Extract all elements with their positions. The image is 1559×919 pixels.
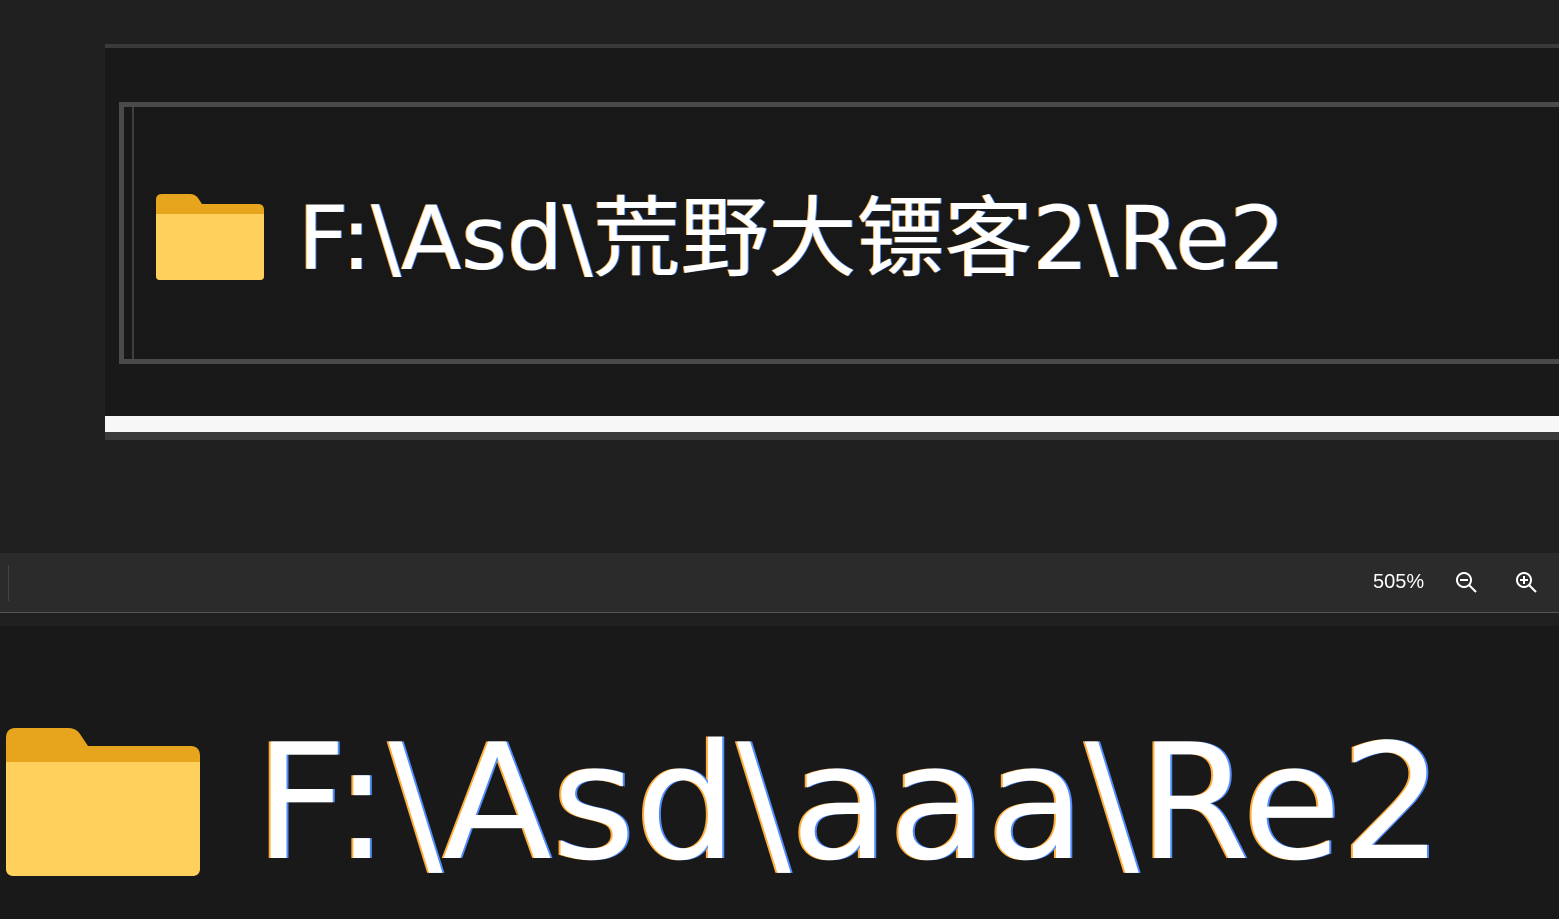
path-row-bottom: F:\Asd\aaa\Re2 (0, 718, 1443, 888)
zoomed-explorer-panel: F:\Asd\荒野大镖客2\Re2 (105, 44, 1559, 418)
path-row-zoomed: F:\Asd\荒野大镖客2\Re2 (152, 179, 1286, 299)
bottom-zoomed-preview: F:\Asd\aaa\Re2 (0, 626, 1559, 919)
folder-icon (0, 720, 255, 886)
zoom-in-button[interactable] (1508, 565, 1546, 601)
zoom-in-icon (1516, 572, 1537, 593)
zoom-out-icon (1456, 572, 1477, 593)
path-text-zoomed: F:\Asd\荒野大镖客2\Re2 (298, 187, 1286, 290)
horizontal-scrollbar[interactable] (105, 416, 1559, 440)
image-viewer-canvas: F:\Asd\荒野大镖客2\Re2 (0, 0, 1559, 553)
status-divider (8, 565, 9, 601)
path-text-bottom: F:\Asd\aaa\Re2 (255, 709, 1443, 896)
folder-icon (152, 190, 298, 288)
zoom-out-button[interactable] (1448, 565, 1486, 601)
zoom-level: 505% (1373, 571, 1425, 593)
address-bar-edge (132, 107, 134, 359)
viewer-statusbar: 505% (0, 553, 1559, 613)
address-bar-zoomed[interactable]: F:\Asd\荒野大镖客2\Re2 (119, 102, 1559, 364)
